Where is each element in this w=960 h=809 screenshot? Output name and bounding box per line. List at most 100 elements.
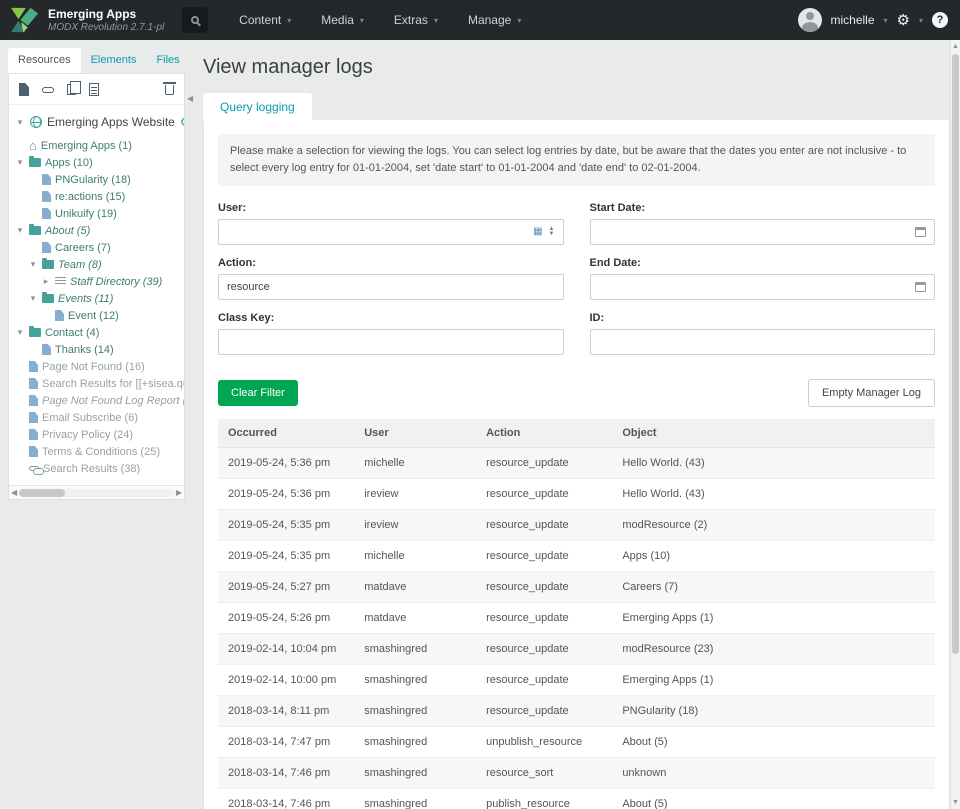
document-icon bbox=[29, 395, 38, 406]
scroll-right-icon[interactable]: ▶ bbox=[176, 488, 182, 497]
tree-node[interactable]: PNGularity (18) bbox=[13, 171, 180, 188]
tree-node[interactable]: Page Not Found (16) bbox=[13, 358, 180, 375]
tree-horizontal-scrollbar[interactable]: ◀ ▶ bbox=[9, 485, 184, 499]
table-row[interactable]: 2018-03-14, 8:11 pm smashingred resource_u… bbox=[218, 695, 935, 728]
tab-elements[interactable]: Elements bbox=[81, 48, 147, 73]
table-row[interactable]: 2018-03-14, 7:47 pm smashingred unpublish_… bbox=[218, 726, 935, 759]
trash-icon[interactable] bbox=[163, 81, 176, 95]
collapse-tree-icon[interactable]: ◀ bbox=[187, 94, 193, 103]
table-row[interactable]: 2019-05-24, 5:35 pm michelle resource_upda… bbox=[218, 540, 935, 573]
empty-manager-log-button[interactable]: Empty Manager Log bbox=[807, 379, 935, 408]
table-row[interactable]: 2019-05-24, 5:36 pm michelle resource_upda… bbox=[218, 447, 935, 480]
tree-node-label: Search Results for [[+sisea.query]] ( bbox=[42, 377, 184, 390]
menu-content[interactable]: Content ▾ bbox=[224, 0, 306, 40]
table-row[interactable]: 2019-05-24, 5:35 pm ireview resource_updat… bbox=[218, 509, 935, 542]
scroll-left-icon[interactable]: ◀ bbox=[11, 488, 17, 497]
tree-root-node[interactable]: ▾ Emerging Apps Website ⚙ ↻ bbox=[13, 111, 184, 137]
scroll-track[interactable] bbox=[19, 488, 174, 497]
chevron-right-icon[interactable]: ▸ bbox=[41, 276, 51, 287]
page-vertical-scrollbar[interactable]: ▲ ▼ bbox=[950, 40, 960, 809]
scroll-thumb[interactable] bbox=[19, 488, 66, 497]
user-menu[interactable]: michelle bbox=[831, 13, 875, 27]
list-icon bbox=[55, 277, 66, 286]
table-row[interactable]: 2019-05-24, 5:36 pm ireview resource_updat… bbox=[218, 478, 935, 511]
tree-node-label: Contact (4) bbox=[45, 326, 100, 339]
calendar-icon[interactable] bbox=[915, 227, 926, 238]
table-row[interactable]: 2019-02-14, 10:00 pm smashingred resource_… bbox=[218, 664, 935, 697]
column-header-action[interactable]: Action bbox=[476, 419, 613, 449]
tree-node[interactable]: ▾ Events (11) bbox=[13, 290, 180, 307]
tree-node[interactable]: Page Not Found Log Report (20) bbox=[13, 392, 184, 409]
chevron-down-icon[interactable]: ▾ bbox=[15, 157, 25, 168]
tab-resources[interactable]: Resources bbox=[8, 48, 81, 73]
table-row[interactable]: 2019-05-24, 5:27 pm matdave resource_updat… bbox=[218, 571, 935, 604]
clear-filter-button[interactable]: Clear Filter bbox=[218, 380, 298, 407]
document-icon bbox=[42, 191, 51, 202]
tree-node[interactable]: ▾ About (5) bbox=[13, 222, 180, 239]
help-icon[interactable]: ? bbox=[932, 12, 948, 28]
column-header-occurred[interactable]: Occurred bbox=[218, 419, 355, 449]
tree-node[interactable]: Search Results for [[+sisea.query]] ( bbox=[13, 375, 184, 392]
action-input[interactable]: resource bbox=[218, 274, 564, 301]
menu-media[interactable]: Media ▾ bbox=[306, 0, 379, 40]
end-date-input[interactable] bbox=[589, 274, 935, 301]
tree-node[interactable]: Careers (7) bbox=[13, 239, 180, 256]
chevron-down-icon[interactable]: ▾ bbox=[28, 259, 38, 270]
tab-query-logging[interactable]: Query logging bbox=[203, 93, 312, 121]
table-cell: unknown bbox=[612, 757, 935, 790]
search-button[interactable] bbox=[182, 7, 209, 33]
grid-icon[interactable]: ▦ bbox=[533, 227, 542, 237]
table-row[interactable]: 2019-02-14, 10:04 pm smashingred resource_… bbox=[218, 633, 935, 666]
spinner-icon[interactable] bbox=[549, 227, 555, 237]
chevron-down-icon[interactable]: ▾ bbox=[15, 327, 25, 338]
chevron-down-icon[interactable]: ▾ bbox=[15, 117, 25, 128]
table-row[interactable]: 2018-03-14, 7:46 pm smashingred resource_s… bbox=[218, 757, 935, 790]
calendar-icon[interactable] bbox=[915, 282, 926, 293]
tree-node[interactable]: Email Subscribe (6) bbox=[13, 409, 180, 426]
tree-node-label: Thanks (14) bbox=[55, 343, 114, 356]
tree-node[interactable]: Terms & Conditions (25) bbox=[13, 443, 180, 460]
gear-icon[interactable]: ⚙ bbox=[897, 13, 910, 28]
scroll-thumb[interactable] bbox=[952, 54, 959, 654]
avatar[interactable] bbox=[797, 8, 822, 32]
tree-node[interactable]: Emerging Apps (1) bbox=[13, 137, 180, 154]
table-cell: About (5) bbox=[612, 726, 935, 759]
tree-node[interactable]: ▾ Apps (10) bbox=[13, 154, 180, 171]
document-icon[interactable] bbox=[89, 83, 99, 96]
chevron-down-icon[interactable]: ▾ bbox=[15, 225, 25, 236]
scroll-down-icon[interactable]: ▼ bbox=[952, 799, 959, 806]
duplicate-icon[interactable] bbox=[67, 81, 81, 95]
tree-node[interactable]: Thanks (14) bbox=[13, 341, 180, 358]
scroll-up-icon[interactable]: ▲ bbox=[952, 43, 959, 50]
id-label: ID: bbox=[589, 312, 605, 325]
table-row[interactable]: 2019-05-24, 5:26 pm matdave resource_updat… bbox=[218, 602, 935, 635]
class-key-label: Class Key: bbox=[218, 312, 275, 325]
tree-node[interactable]: Search Results (38) bbox=[13, 460, 180, 477]
menu-extras[interactable]: Extras ▾ bbox=[379, 0, 453, 40]
weblink-icon bbox=[29, 466, 44, 475]
tree-node[interactable]: Event (12) bbox=[13, 307, 180, 324]
table-cell: resource_sort bbox=[476, 757, 613, 790]
tree-node-label: PNGularity (18) bbox=[55, 173, 131, 186]
tree-node[interactable]: ▾ Team (8) bbox=[13, 256, 180, 273]
user-combo[interactable]: ▦ bbox=[218, 219, 564, 246]
id-input[interactable] bbox=[589, 329, 935, 356]
tree-node[interactable]: Privacy Policy (24) bbox=[13, 426, 180, 443]
table-row[interactable]: 2018-03-14, 7:46 pm smashingred publish_re… bbox=[218, 788, 935, 809]
gear-icon[interactable]: ⚙ bbox=[180, 116, 184, 128]
tree-node[interactable]: ▾ Contact (4) bbox=[13, 324, 180, 341]
start-date-input[interactable] bbox=[589, 219, 935, 246]
chevron-down-icon[interactable]: ▾ bbox=[28, 293, 38, 304]
column-header-user[interactable]: User bbox=[354, 419, 477, 449]
column-header-object[interactable]: Object bbox=[612, 419, 935, 449]
tree-node[interactable]: ▸ Staff Directory (39) bbox=[13, 273, 180, 290]
action-value: resource bbox=[227, 281, 270, 294]
tab-files[interactable]: Files bbox=[146, 48, 189, 73]
tree-node[interactable]: re:actions (15) bbox=[13, 188, 180, 205]
new-weblink-icon[interactable] bbox=[42, 86, 54, 93]
tree-node[interactable]: Unikuify (19) bbox=[13, 205, 180, 222]
class-key-input[interactable] bbox=[218, 329, 564, 356]
menu-manage[interactable]: Manage ▾ bbox=[453, 0, 536, 40]
new-document-icon[interactable] bbox=[19, 83, 29, 96]
table-cell: ireview bbox=[354, 478, 477, 511]
